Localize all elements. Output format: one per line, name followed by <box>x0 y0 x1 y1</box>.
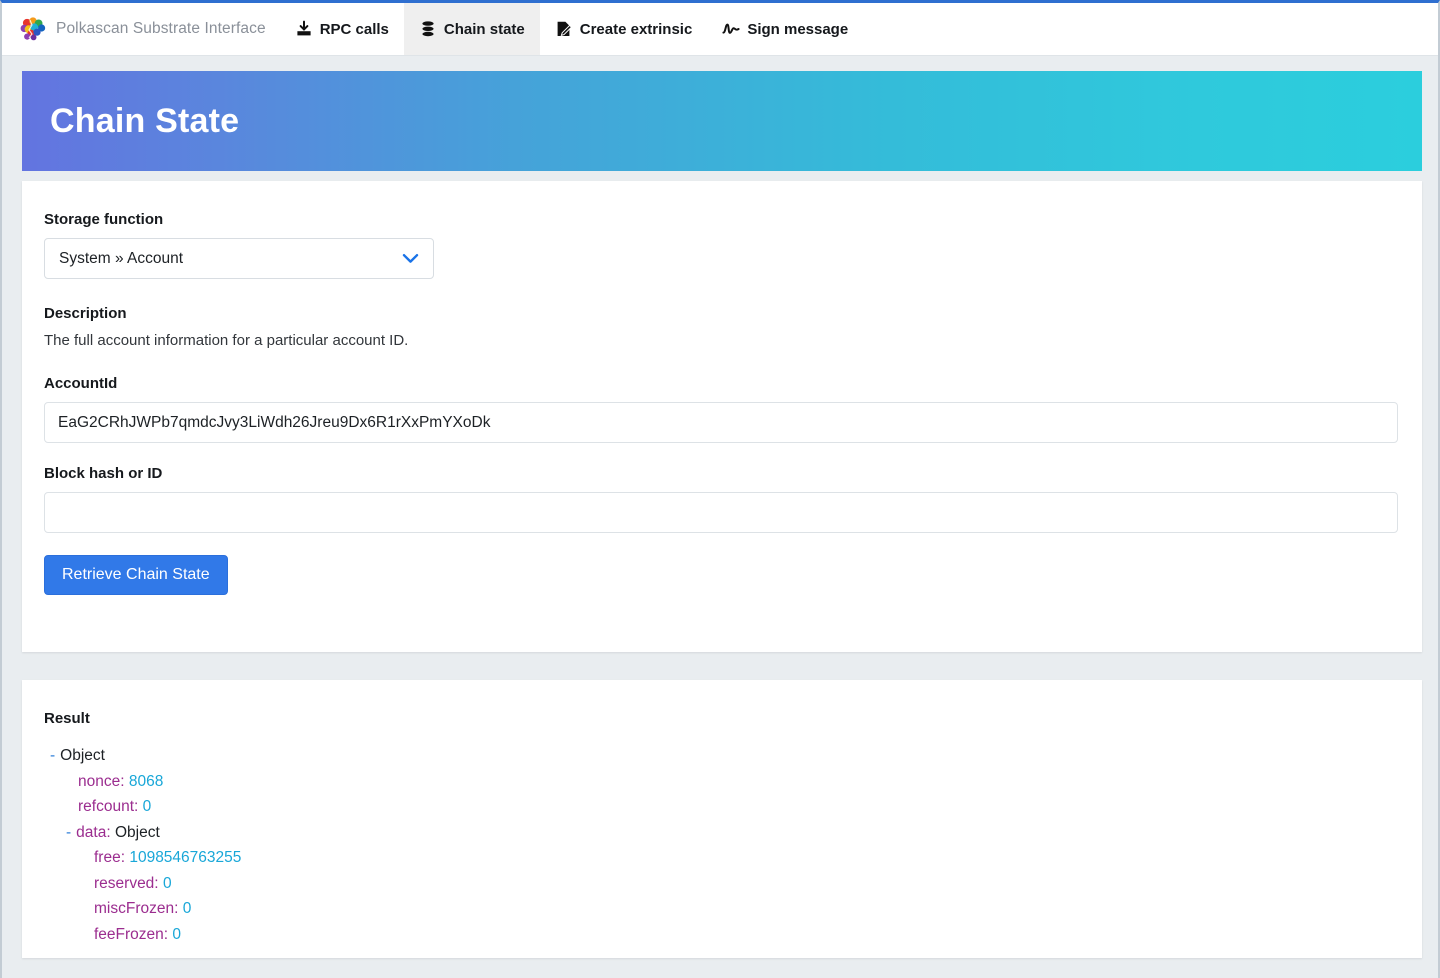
account-id-label: AccountId <box>44 375 118 392</box>
description-text: The full account information for a parti… <box>44 332 409 349</box>
result-title: Result <box>44 710 90 727</box>
nav-tab-chain-state[interactable]: Chain state <box>403 3 540 55</box>
nonce-value: 8068 <box>128 772 164 790</box>
collapse-toggle[interactable]: - <box>66 824 76 841</box>
polkascan-brain-logo-icon <box>20 17 46 41</box>
description-label: Description <box>44 305 127 322</box>
storage-function-select[interactable]: System » Account <box>44 238 434 279</box>
refcount-value: 0 <box>142 798 152 815</box>
tree-row-reserved: reserved: 0 <box>44 871 1400 897</box>
result-json-tree: - Object nonce: 8068 refcount: 0 - data: O… <box>44 743 1400 947</box>
page-title: Chain State <box>50 101 240 140</box>
tree-row-nonce: nonce: 8068 <box>44 769 1400 795</box>
result-card: Result - Object nonce: 8068 refcount: 0 -… <box>22 680 1422 958</box>
storage-function-label: Storage function <box>44 211 164 228</box>
misc-frozen-key: miscFrozen: <box>94 900 179 917</box>
tree-row-free: free: 1098546763255 <box>44 845 1400 871</box>
page-banner: Chain State <box>22 71 1422 171</box>
tree-row-misc-frozen: miscFrozen: 0 <box>44 896 1400 922</box>
collapse-toggle[interactable]: - <box>50 747 60 764</box>
download-icon <box>295 20 313 38</box>
reserved-key: reserved: <box>94 874 159 892</box>
tree-row-fee-frozen: feeFrozen: 0 <box>44 922 1400 948</box>
database-icon <box>419 20 437 38</box>
block-hash-input[interactable] <box>44 492 1398 533</box>
tree-row-root[interactable]: - Object <box>44 743 1400 769</box>
nav-tab-label: Create extrinsic <box>579 20 693 38</box>
storage-function-value: System » Account <box>59 249 184 267</box>
root-type: Object <box>60 747 105 764</box>
nav-tab-rpc-calls[interactable]: RPC calls <box>280 3 404 55</box>
signature-icon <box>722 20 740 38</box>
retrieve-chain-state-button[interactable]: Retrieve Chain State <box>44 555 228 595</box>
tree-row-data[interactable]: - data: Object <box>44 820 1400 846</box>
nav-tab-label: RPC calls <box>319 20 389 38</box>
fee-frozen-key: feeFrozen: <box>94 925 169 943</box>
fee-frozen-value: 0 <box>172 925 182 943</box>
nonce-key: nonce: <box>78 772 125 790</box>
free-key: free: <box>94 849 126 866</box>
data-key: data: <box>76 823 111 841</box>
app-window: Polkascan Substrate Interface RPC calls … <box>0 0 1440 978</box>
misc-frozen-value: 0 <box>182 900 192 917</box>
chain-state-query-card: Storage function System » Account Descri… <box>22 181 1422 652</box>
tree-row-refcount: refcount: 0 <box>44 794 1400 820</box>
data-type: Object <box>114 823 160 841</box>
block-hash-label: Block hash or ID <box>44 465 163 482</box>
refcount-key: refcount: <box>78 798 139 815</box>
nav-tab-sign-message[interactable]: Sign message <box>707 3 863 55</box>
nav-tab-create-extrinsic[interactable]: Create extrinsic <box>540 3 708 55</box>
nav-tab-label: Chain state <box>443 20 525 38</box>
brand-label: Polkascan Substrate Interface <box>56 20 266 37</box>
top-navbar: Polkascan Substrate Interface RPC calls … <box>2 3 1438 56</box>
brand[interactable]: Polkascan Substrate Interface <box>2 3 280 55</box>
nav-tab-label: Sign message <box>747 20 849 38</box>
free-value: 1098546763255 <box>129 849 242 866</box>
reserved-value: 0 <box>162 874 172 892</box>
account-id-input[interactable] <box>44 402 1398 443</box>
document-pen-icon <box>555 20 573 38</box>
